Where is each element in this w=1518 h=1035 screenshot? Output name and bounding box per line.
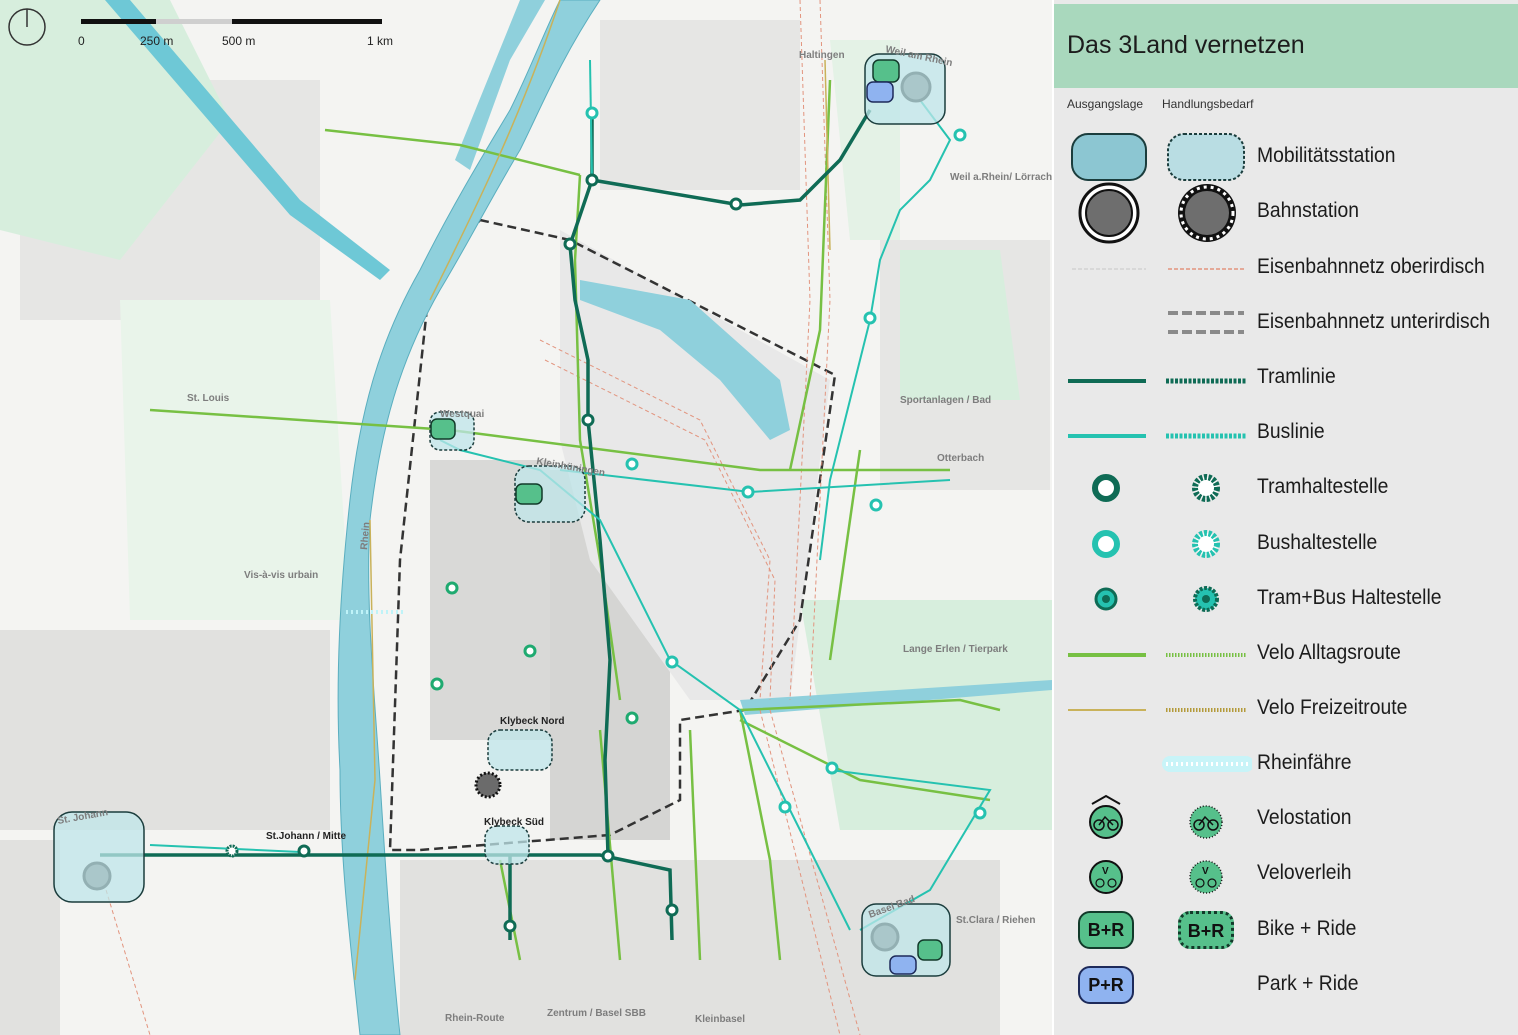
map-canvas[interactable]: 0 250 m 500 m 1 km Haltingen Weil am Rhe… bbox=[0, 0, 1052, 1035]
legend-row-rhine-ferry: Rheinfähre bbox=[1054, 739, 1518, 789]
legend-row-bike-and-ride: B+R B+R Bike + Ride bbox=[1054, 905, 1518, 955]
label-weil-loerrach: Weil a.Rhein/ Lörrach bbox=[950, 172, 1052, 183]
rail-station-existing-icon bbox=[1078, 182, 1140, 244]
legend-label-park-and-ride: Park + Ride bbox=[1257, 972, 1359, 995]
legend-label-mobility-station: Mobilitätsstation bbox=[1257, 144, 1396, 167]
map-svg: 0 250 m 500 m 1 km Haltingen Weil am Rhe… bbox=[0, 0, 1052, 1035]
label-st-louis: St. Louis bbox=[187, 393, 230, 404]
bike-commute-existing-icon bbox=[1068, 653, 1146, 657]
legend-column-need: Handlungsbedarf bbox=[1162, 97, 1254, 111]
bike-leisure-need-icon bbox=[1166, 708, 1246, 712]
label-klybeck-nord: Klybeck Nord bbox=[500, 716, 564, 727]
label-zentrum: Zentrum / Basel SBB bbox=[547, 1008, 646, 1019]
label-kleinbasel: Kleinbasel bbox=[695, 1014, 745, 1025]
label-st-clara: St.Clara / Riehen bbox=[956, 915, 1035, 926]
legend-row-rail-underground: Eisenbahnnetz unterirdisch bbox=[1054, 298, 1518, 348]
scale-label-500: 500 m bbox=[222, 34, 255, 48]
bike-rental-existing-icon: V bbox=[1089, 860, 1123, 894]
svg-text:V: V bbox=[1102, 866, 1109, 877]
legend-label-bus-stop: Bushaltestelle bbox=[1257, 531, 1378, 554]
bike-leisure-existing-icon bbox=[1068, 709, 1146, 711]
legend-row-bike-rental: V V Veloverleih bbox=[1054, 849, 1518, 899]
tram-line-existing-icon bbox=[1068, 379, 1146, 383]
legend-row-tram-stop: Tramhaltestelle bbox=[1054, 463, 1518, 513]
legend-column-existing: Ausgangslage bbox=[1067, 97, 1144, 111]
legend-row-mobility-station: Mobilitätsstation bbox=[1054, 132, 1518, 182]
tram-line-need-icon bbox=[1166, 378, 1246, 384]
label-lange-erlen: Lange Erlen / Tierpark bbox=[903, 644, 1008, 655]
bike-and-ride-existing-badge: B+R bbox=[1078, 911, 1134, 949]
rail-above-need-icon bbox=[1168, 268, 1244, 270]
label-rhein-route: Rhein-Route bbox=[445, 1013, 505, 1024]
legend-label-bike-rental: Veloverleih bbox=[1257, 861, 1352, 884]
tram-stop-existing-icon bbox=[1092, 474, 1120, 502]
bike-commute-need-icon bbox=[1166, 653, 1246, 657]
scale-label-250: 250 m bbox=[140, 34, 173, 48]
tram-bus-stop-need-icon bbox=[1193, 586, 1219, 612]
legend-row-bike-leisure: Velo Freizeitroute bbox=[1054, 684, 1518, 734]
legend-label-tram-stop: Tramhaltestelle bbox=[1257, 475, 1389, 498]
legend-row-rail-above: Eisenbahnnetz oberirdisch bbox=[1054, 243, 1518, 293]
legend-row-tram-bus-stop: Tram+Bus Haltestelle bbox=[1054, 574, 1518, 624]
rail-underground-need-icon bbox=[1168, 311, 1244, 334]
rhine-ferry-need-icon bbox=[1162, 756, 1252, 772]
legend-row-tram-line: Tramlinie bbox=[1054, 353, 1518, 403]
bus-line-need-icon bbox=[1166, 433, 1246, 439]
tram-bus-stop-existing-icon bbox=[1094, 587, 1118, 611]
legend-label-bike-station: Velostation bbox=[1257, 806, 1352, 829]
bike-rental-need-icon: V bbox=[1189, 860, 1223, 894]
legend-row-bike-station: Velostation bbox=[1054, 794, 1518, 844]
label-sportanlagen: Sportanlagen / Bad bbox=[900, 395, 991, 406]
legend-label-bike-commute: Velo Alltagsroute bbox=[1257, 641, 1401, 664]
label-haltingen: Haltingen bbox=[799, 50, 845, 61]
label-otterbach: Otterbach bbox=[937, 453, 984, 464]
bus-line-existing-icon bbox=[1068, 434, 1146, 438]
legend-panel: Das 3Land vernetzen Ausgangslage Handlun… bbox=[1054, 0, 1518, 1035]
mobility-station-existing-icon bbox=[1071, 133, 1147, 181]
bus-stop-need-icon bbox=[1192, 530, 1220, 558]
svg-text:V: V bbox=[1202, 866, 1209, 877]
rail-station-need-icon bbox=[1178, 184, 1236, 242]
legend-row-park-and-ride: P+R Park + Ride bbox=[1054, 960, 1518, 1010]
bus-stop-existing-icon bbox=[1092, 530, 1120, 558]
legend-title: Das 3Land vernetzen bbox=[1054, 4, 1518, 88]
legend-label-rail-station: Bahnstation bbox=[1257, 199, 1360, 222]
legend-label-tram-line: Tramlinie bbox=[1257, 365, 1336, 388]
bike-and-ride-need-badge: B+R bbox=[1178, 911, 1234, 949]
legend-label-bus-line: Buslinie bbox=[1257, 420, 1325, 443]
mobility-station-need-icon bbox=[1167, 133, 1245, 181]
legend-label-rail-underground: Eisenbahnnetz unterirdisch bbox=[1257, 310, 1491, 333]
legend-label-bike-leisure: Velo Freizeitroute bbox=[1257, 696, 1408, 719]
legend-label-tram-bus-stop: Tram+Bus Haltestelle bbox=[1257, 586, 1442, 609]
legend-row-bike-commute: Velo Alltagsroute bbox=[1054, 629, 1518, 679]
label-klybeck-sued: Klybeck Süd bbox=[484, 817, 544, 828]
legend-label-rhine-ferry: Rheinfähre bbox=[1257, 751, 1352, 774]
legend-label-rail-above: Eisenbahnnetz oberirdisch bbox=[1257, 255, 1485, 278]
scale-label-1km: 1 km bbox=[367, 34, 393, 48]
label-vis-a-vis: Vis-à-vis urbain bbox=[244, 570, 318, 581]
legend-row-bus-stop: Bushaltestelle bbox=[1054, 519, 1518, 569]
park-and-ride-existing-badge: P+R bbox=[1078, 966, 1134, 1004]
label-st-johann-mitte: St.Johann / Mitte bbox=[266, 831, 346, 842]
bike-station-existing-icon bbox=[1089, 794, 1123, 839]
label-westquai: Westquai bbox=[440, 409, 484, 420]
scale-bar bbox=[81, 19, 382, 24]
scale-label-0: 0 bbox=[78, 34, 85, 48]
bike-station-need-icon bbox=[1189, 805, 1223, 839]
tram-stop-need-icon bbox=[1192, 474, 1220, 502]
legend-row-bus-line: Buslinie bbox=[1054, 408, 1518, 458]
legend-label-bike-and-ride: Bike + Ride bbox=[1257, 917, 1357, 940]
rail-above-existing-icon bbox=[1072, 268, 1146, 270]
legend-row-rail-station: Bahnstation bbox=[1054, 182, 1518, 244]
